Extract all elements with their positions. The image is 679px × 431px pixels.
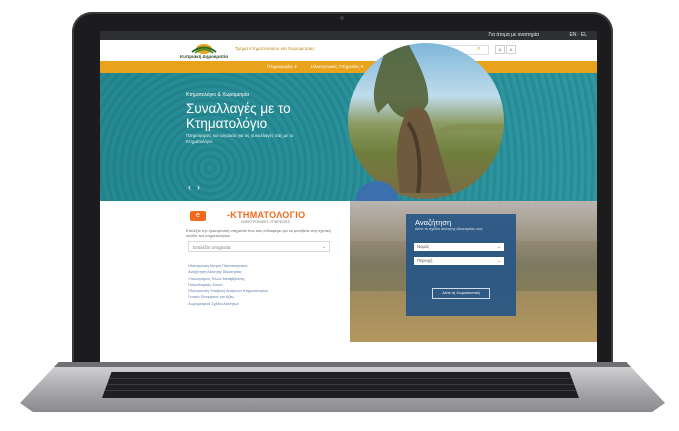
eservices-badge: e: [190, 211, 206, 221]
service-links: Ηλεκτρονική Αίτηση Πιστοποιητικού Αναζήτ…: [188, 263, 338, 307]
chevron-down-icon: ⌄: [497, 258, 501, 263]
language-switch[interactable]: EN · EL: [569, 32, 587, 38]
olive-tree-icon: [373, 43, 504, 194]
hero-title: Συναλλαγές με το Κτηματολόγιο: [186, 101, 291, 131]
olive-tree-image: [348, 43, 504, 199]
ektimatologio-title: -ΚΤΗΜΑΤΟΛΟΓΙΟ: [227, 210, 306, 220]
department-tagline: Τμήμα Κτηματολογίου και Χωρομετρίας: [235, 46, 315, 51]
hero-kicker: Κτηματολόγιο & Χωρομετρία: [186, 92, 249, 98]
font-size-decrease-button[interactable]: A: [495, 45, 505, 54]
search-panel-title: Αναζήτηση: [415, 218, 452, 227]
site-header: Κυπριακή Δημοκρατία Τμήμα Κτηματολογίου …: [100, 40, 597, 61]
service-select[interactable]: Επιλέξτε υπηρεσία ⌄: [188, 241, 330, 252]
service-link[interactable]: Χωρομετρικά Σχέδια Ακινήτων: [188, 301, 338, 307]
accessibility-link[interactable]: Για άτομα με αναπηρία: [488, 32, 539, 38]
ektimatologio-subtitle: ΗΛΕΚΤΡΟΝΙΚΕΣ ΥΠΗΡΕΣΙΕΣ: [241, 220, 290, 224]
services-section: e -ΚΤΗΜΑΤΟΛΟΓΙΟ ΗΛΕΚΤΡΟΝΙΚΕΣ ΥΠΗΡΕΣΙΕΣ Ε…: [100, 201, 597, 342]
keyboard: [102, 372, 579, 398]
nav-item-eservices[interactable]: Ηλεκτρονικές Υπηρεσίες ▾: [311, 64, 363, 70]
area-select[interactable]: Περιοχή ⌄: [414, 257, 504, 265]
main-nav: Πληροφορίες ▾ Ηλεκτρονικές Υπηρεσίες ▾ Α…: [100, 61, 597, 73]
hero-banner: Κτηματολόγιο & Χωρομετρία Συναλλαγές με …: [100, 43, 597, 225]
logo-text: Κυπριακή Δημοκρατία: [179, 54, 229, 59]
chevron-down-icon: ⌄: [497, 244, 501, 249]
district-select[interactable]: Νομός ⌄: [414, 243, 504, 251]
utility-bar: Για άτομα με αναπηρία EN · EL: [100, 31, 597, 40]
camera-icon: [340, 16, 344, 20]
view-map-button[interactable]: Δείτε τη Χωροσκοπική: [432, 288, 490, 299]
laptop-lid: Για άτομα με αναπηρία EN · EL Κυπριακή Δ…: [72, 12, 613, 368]
carousel-prev-icon[interactable]: ‹: [188, 182, 197, 192]
chevron-down-icon: ⌄: [321, 244, 326, 250]
font-size-increase-button[interactable]: A: [506, 45, 516, 54]
carousel-next-icon[interactable]: ›: [197, 182, 206, 192]
browser-screen: Για άτομα με αναπηρία EN · EL Κυπριακή Δ…: [100, 31, 597, 362]
search-icon[interactable]: ⌕: [477, 46, 480, 53]
nav-item-info[interactable]: Πληροφορίες ▾: [267, 64, 297, 70]
services-description: Επιλέξτε την ηλεκτρονική υπηρεσία που σα…: [186, 228, 331, 238]
search-panel-subtitle: Δείτε το σχέδιο ακίνητης ιδιοκτησίας σας: [415, 227, 483, 231]
hero-subtitle: Πληροφορίες και εργαλεία για τις συναλλα…: [186, 133, 294, 144]
search-panel: Αναζήτηση Δείτε το σχέδιο ακίνητης ιδιοκ…: [406, 214, 516, 316]
site-logo[interactable]: Κυπριακή Δημοκρατία: [175, 42, 233, 60]
carousel-controls: ‹›: [188, 182, 206, 192]
